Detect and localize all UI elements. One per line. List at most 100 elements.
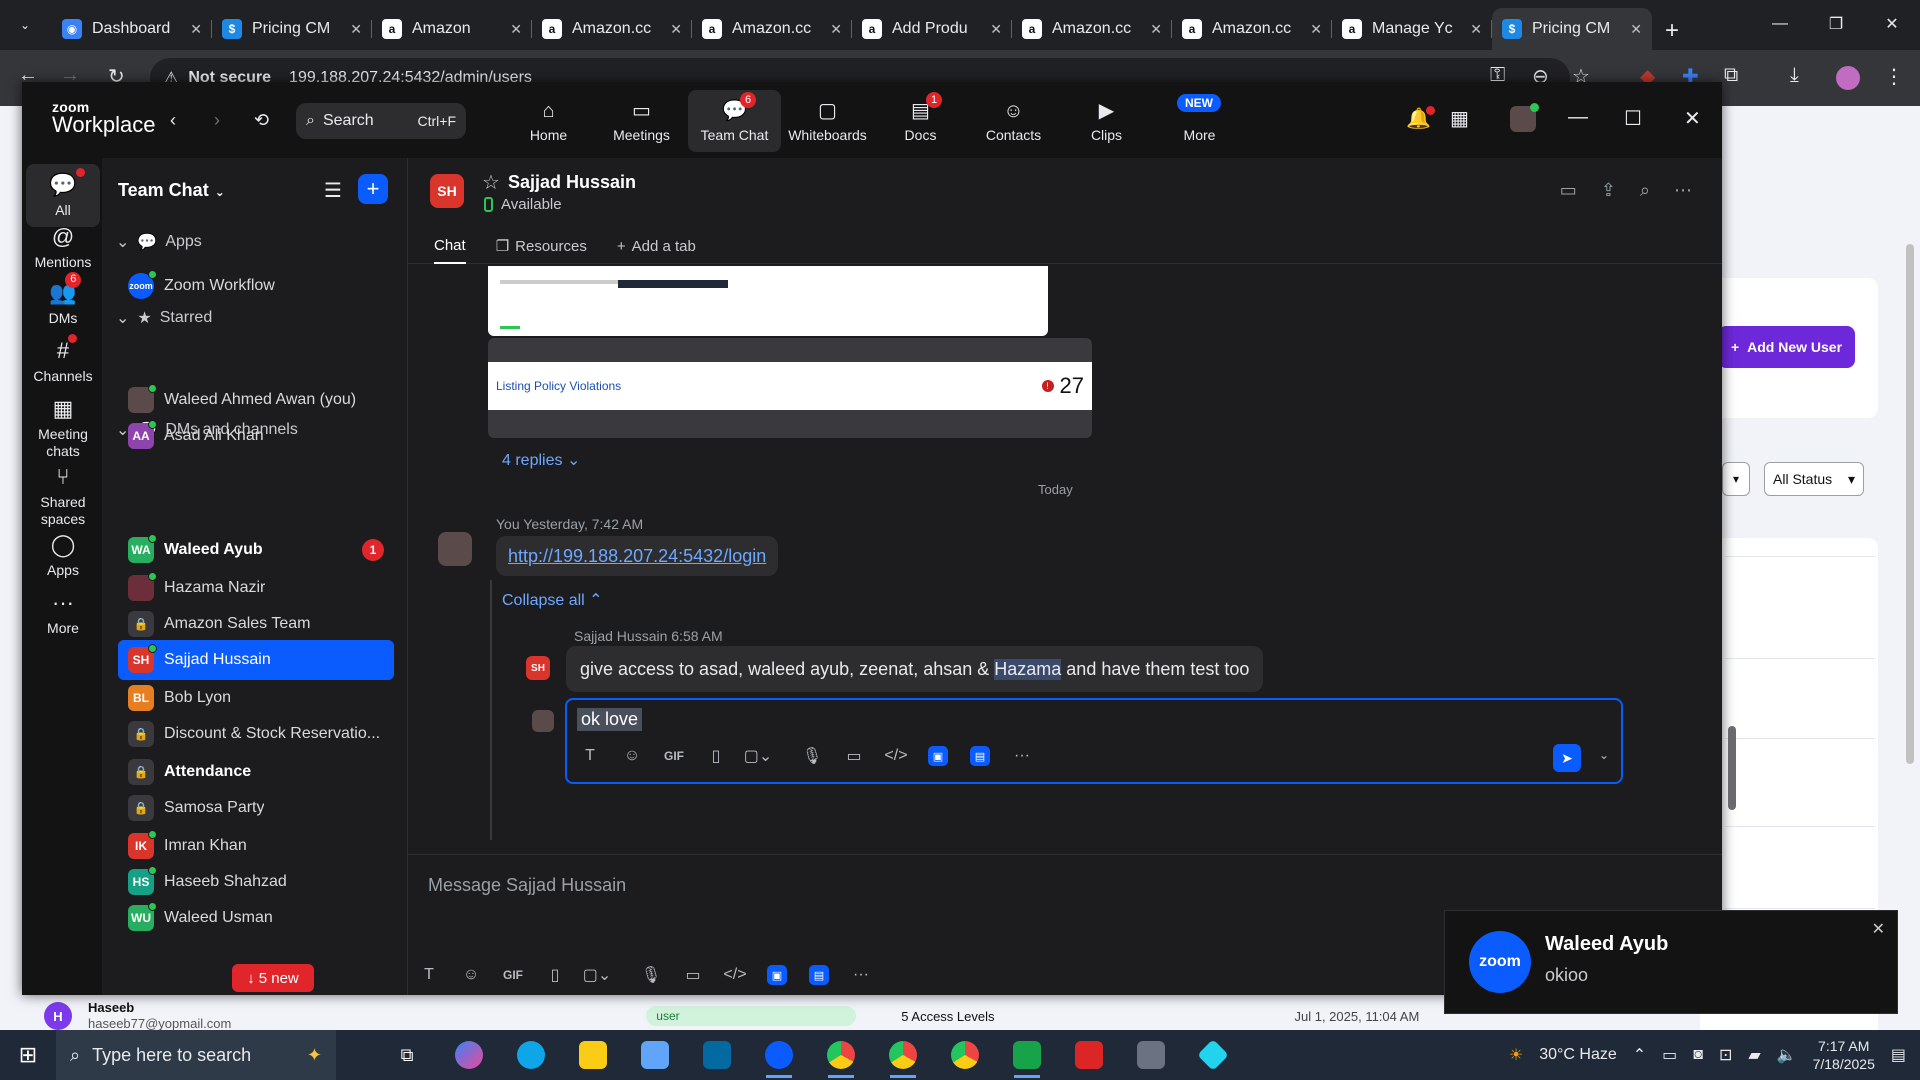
- gif-icon[interactable]: GIF: [653, 742, 695, 770]
- chrome-icon[interactable]: [872, 1030, 934, 1080]
- file-icon[interactable]: ▯: [695, 742, 737, 770]
- more-icon[interactable]: ···: [840, 961, 882, 989]
- list-item[interactable]: AA Asad Ali Khan: [118, 416, 394, 456]
- zoom-search[interactable]: ⌕ Search Ctrl+F: [296, 103, 466, 139]
- edge-icon[interactable]: [500, 1030, 562, 1080]
- contact-name[interactable]: Sajjad Hussain: [508, 172, 636, 193]
- list-item[interactable]: SH Sajjad Hussain: [118, 640, 394, 680]
- close-icon[interactable]: ✕: [1864, 0, 1920, 48]
- share-screen-icon[interactable]: ⇪: [1601, 180, 1616, 201]
- close-icon[interactable]: ✕: [190, 21, 202, 38]
- bell-icon[interactable]: 🔔: [1406, 106, 1435, 131]
- list-item[interactable]: WA Waleed Ayub 1: [118, 530, 394, 570]
- video-message-icon[interactable]: ▭: [833, 742, 875, 770]
- chevron-up-icon[interactable]: ⌃: [1633, 1045, 1646, 1065]
- forward-icon[interactable]: ›: [214, 110, 220, 131]
- composer-placeholder[interactable]: Message Sajjad Hussain: [428, 875, 626, 896]
- browser-tab[interactable]: $ Pricing CM ✕: [1492, 8, 1652, 50]
- reply-draft-text[interactable]: ok love: [577, 708, 643, 731]
- filter-select[interactable]: ▾: [1722, 462, 1750, 496]
- message-bubble[interactable]: give access to asad, waleed ayub, zeenat…: [566, 646, 1264, 692]
- calculator-icon[interactable]: [1120, 1030, 1182, 1080]
- screenshot-icon[interactable]: ▢⌄: [737, 742, 779, 770]
- rail-meeting-chats[interactable]: ▦ Meeting chats: [26, 396, 100, 460]
- new-chat-button[interactable]: +: [358, 174, 388, 204]
- star-icon[interactable]: ☆: [482, 170, 500, 195]
- close-icon[interactable]: ✕: [830, 21, 842, 38]
- browser-tab[interactable]: a Amazon.cc ✕: [692, 12, 852, 46]
- list-item[interactable]: Hazama Nazir: [118, 568, 394, 608]
- battery-icon[interactable]: ▰: [1748, 1045, 1760, 1065]
- camera-icon[interactable]: ◙: [1693, 1046, 1703, 1064]
- nav-docs[interactable]: ▤ Docs 1: [874, 90, 967, 152]
- close-icon[interactable]: ✕: [350, 21, 362, 38]
- format-text-icon[interactable]: T: [569, 742, 611, 770]
- more-icon[interactable]: ···: [1001, 742, 1043, 770]
- list-item[interactable]: 🔒 Attendance: [118, 752, 394, 792]
- tab-add[interactable]: + Add a tab: [617, 228, 696, 264]
- video-icon[interactable]: ▭: [1560, 180, 1577, 201]
- minimize-icon[interactable]: —: [1568, 106, 1588, 129]
- file-explorer-icon[interactable]: [562, 1030, 624, 1080]
- page-scrollbar[interactable]: [1905, 230, 1915, 1020]
- code-icon[interactable]: </>: [875, 742, 917, 770]
- chrome-icon[interactable]: [810, 1030, 872, 1080]
- chevron-down-icon[interactable]: ⌄: [1599, 748, 1609, 762]
- contact-avatar[interactable]: SH: [430, 174, 464, 208]
- avatar[interactable]: SH: [526, 656, 550, 680]
- history-icon[interactable]: ⟲: [254, 110, 269, 131]
- calendar-icon[interactable]: ▦: [1450, 106, 1469, 131]
- status-filter-select[interactable]: All Status ▾: [1764, 462, 1864, 496]
- audio-icon[interactable]: 🎙: [791, 742, 833, 770]
- browser-tab[interactable]: a Amazon.cc ✕: [532, 12, 692, 46]
- back-icon[interactable]: ‹: [170, 110, 176, 131]
- tab-resources[interactable]: ❐ Resources: [496, 228, 587, 264]
- nav-whiteboards[interactable]: ▢ Whiteboards: [781, 90, 874, 152]
- add-new-user-button[interactable]: + Add New User: [1718, 326, 1855, 368]
- profile-avatar[interactable]: [1510, 103, 1539, 132]
- new-messages-pill[interactable]: ↓ 5 new: [232, 964, 314, 992]
- windows-start-icon[interactable]: ⊞: [0, 1030, 56, 1080]
- zoom-taskbar-icon[interactable]: [748, 1030, 810, 1080]
- thread-reply-input[interactable]: ok love T ☺ GIF ▯ ▢⌄ 🎙 ▭ </> ▣ ▤ ··· ➤ ⌄: [565, 698, 1623, 784]
- rail-all[interactable]: 💬 All: [26, 164, 100, 228]
- close-icon[interactable]: ✕: [1470, 21, 1482, 38]
- profile-avatar[interactable]: [1836, 66, 1860, 90]
- avatar[interactable]: [438, 532, 472, 566]
- emoji-icon[interactable]: ☺: [611, 742, 653, 770]
- list-item[interactable]: WU Waleed Usman: [118, 898, 394, 938]
- format-text-icon[interactable]: T: [408, 961, 450, 989]
- browser-tab[interactable]: $ Pricing CM ✕: [212, 12, 372, 46]
- message-scrollbar[interactable]: [1728, 266, 1736, 846]
- section-apps[interactable]: ⌄ 💬 Apps: [116, 232, 202, 252]
- list-item[interactable]: Waleed Ahmed Awan (you): [118, 380, 394, 420]
- collapse-all-link[interactable]: Collapse all ⌃: [502, 590, 603, 610]
- list-item[interactable]: 🔒 Samosa Party: [118, 788, 394, 828]
- close-icon[interactable]: ✕: [1150, 21, 1162, 38]
- app-icon[interactable]: ▣: [928, 746, 948, 766]
- extensions-puzzle-icon[interactable]: ⧉: [1724, 64, 1738, 87]
- download-icon[interactable]: ⤓: [1790, 64, 1799, 87]
- close-icon[interactable]: ✕: [1310, 21, 1322, 38]
- app-icon[interactable]: [1182, 1030, 1244, 1080]
- browser-tab[interactable]: a Amazon.cc ✕: [1012, 12, 1172, 46]
- send-button[interactable]: ➤: [1553, 744, 1581, 772]
- excel-icon[interactable]: [996, 1030, 1058, 1080]
- nav-more[interactable]: ⋯MoreNEW: [1153, 90, 1246, 152]
- gif-icon[interactable]: GIF: [492, 961, 534, 989]
- close-icon[interactable]: ✕: [1872, 919, 1885, 939]
- nav-meetings[interactable]: ▭ Meetings: [595, 90, 688, 152]
- list-item[interactable]: HS Haseeb Shahzad: [118, 862, 394, 902]
- filezilla-icon[interactable]: [1058, 1030, 1120, 1080]
- emoji-icon[interactable]: ☺: [450, 961, 492, 989]
- list-item[interactable]: BL Bob Lyon: [118, 678, 394, 718]
- replies-link[interactable]: 4 replies ⌄: [502, 450, 580, 470]
- restore-icon[interactable]: ❐: [1808, 0, 1864, 48]
- list-item[interactable]: IK Imran Khan: [118, 826, 394, 866]
- screenshot-icon[interactable]: ▢⌄: [576, 961, 618, 989]
- task-view-icon[interactable]: ⧉: [376, 1030, 438, 1080]
- more-icon[interactable]: ⋯: [1674, 180, 1692, 201]
- close-icon[interactable]: ✕: [1684, 106, 1701, 131]
- shared-card[interactable]: Listing Policy Violations ! 27: [488, 338, 1092, 438]
- notification-toast[interactable]: zoom Waleed Ayub okioo ✕: [1444, 910, 1898, 1014]
